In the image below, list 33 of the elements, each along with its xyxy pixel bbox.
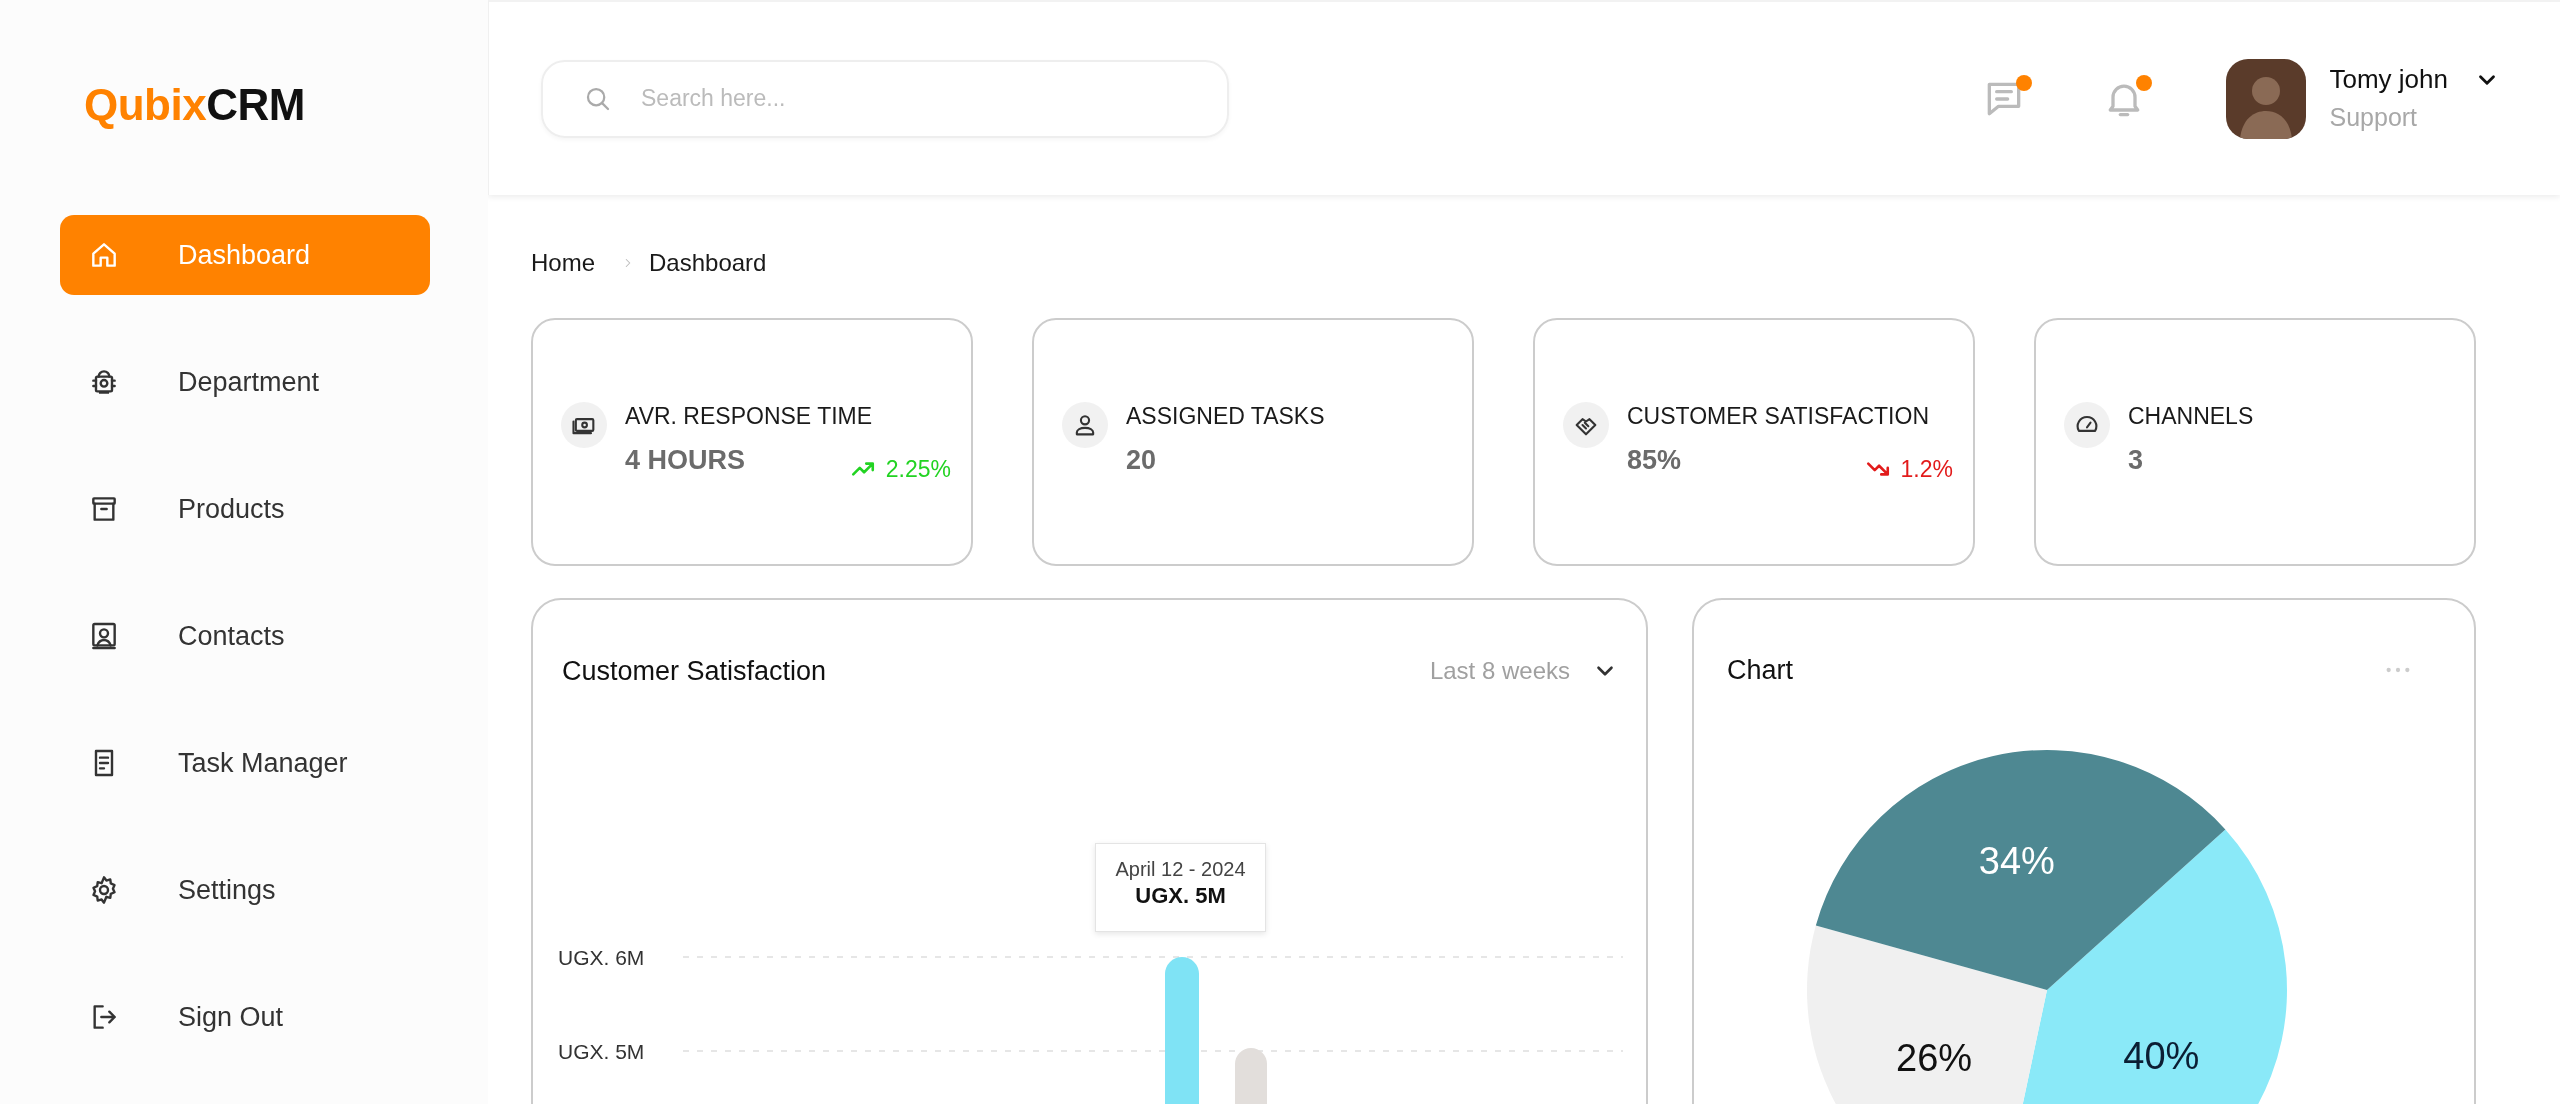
user-name: Tomy john xyxy=(2329,63,2448,97)
stat-title: AVR. RESPONSE TIME xyxy=(625,402,874,430)
search-input[interactable]: Search here... xyxy=(639,80,1203,117)
y-axis-label: UGX. 5M xyxy=(558,1040,645,1063)
search-field[interactable]: Search here... xyxy=(541,59,1229,138)
stat-title: ASSIGNED TASKS xyxy=(1126,402,1326,430)
stat-value: 20 xyxy=(1126,444,1157,477)
slice-label: 26% xyxy=(1896,1037,1973,1080)
sidebar-nav-item[interactable]: Settings xyxy=(60,850,430,930)
user-role: Support xyxy=(2329,102,2419,134)
slice-label: 34% xyxy=(1978,840,2055,883)
card-title: Chart xyxy=(1727,653,1795,687)
stat-title: CUSTOMER SATISFACTION xyxy=(1627,402,1930,430)
trend-value: 2.25% xyxy=(885,455,951,484)
stat-value: 3 xyxy=(2128,444,2144,477)
sidebar-nav-item[interactable]: Contacts xyxy=(60,596,430,676)
stat-value: 4 HOURS xyxy=(625,444,746,477)
sidebar-nav-item[interactable]: Department xyxy=(60,342,430,422)
slice-label: 40% xyxy=(2123,1035,2200,1077)
tooltip-date: April 12 - 2024 xyxy=(1114,857,1247,882)
sidebar-nav-item[interactable]: Sign Out xyxy=(60,977,430,1057)
card-title: Customer Satisfaction xyxy=(562,654,828,688)
sidebar-nav-item[interactable]: Products xyxy=(60,469,430,549)
tooltip-value: UGX. 5M xyxy=(1134,882,1227,910)
user-avatar[interactable] xyxy=(2225,58,2306,139)
brand-logo: QubixCRM xyxy=(83,79,306,131)
stat-title: CHANNELS xyxy=(2128,402,2255,430)
trend-value: 1.2% xyxy=(1900,455,1953,484)
breadcrumb-current: Dashboard xyxy=(649,248,767,278)
breadcrumb-link[interactable]: Home xyxy=(531,245,596,281)
y-axis-label: UGX. 6M xyxy=(558,946,645,969)
stat-value: 85% xyxy=(1627,444,1682,477)
sidebar-nav-item[interactable]: Task Manager xyxy=(60,723,430,803)
